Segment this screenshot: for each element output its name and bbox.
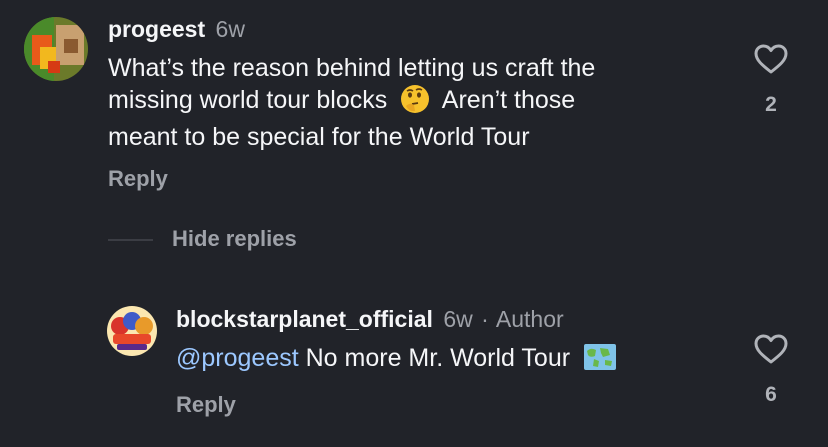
avatar[interactable]: [24, 17, 88, 81]
hide-replies-button[interactable]: Hide replies: [172, 226, 297, 252]
heart-icon[interactable]: [754, 44, 788, 79]
comment-text: What’s the reason behind letting us craf…: [108, 53, 595, 153]
avatar-image: [24, 17, 88, 81]
comment-timestamp: 6w: [215, 16, 245, 42]
comment-text-line: missing world tour blocks Aren’t those: [108, 84, 595, 122]
comment-text-fragment: Aren’t those: [441, 86, 576, 114]
world-map-icon: [583, 343, 617, 379]
avatar-image: [107, 306, 157, 356]
reply-username[interactable]: blockstarplanet_official: [176, 306, 433, 332]
reply-button[interactable]: Reply: [176, 392, 236, 418]
avatar[interactable]: [107, 306, 157, 356]
thread-divider: [108, 239, 153, 241]
meta-separator: ·: [481, 306, 489, 332]
reply-button[interactable]: Reply: [108, 166, 168, 192]
comment-text-line: meant to be special for the World Tour: [108, 123, 530, 151]
like-count: 6: [765, 383, 777, 406]
comment-text-fragment: missing world tour blocks: [108, 86, 388, 114]
comment-username[interactable]: progeest: [108, 16, 205, 42]
heart-icon[interactable]: [754, 334, 788, 369]
like-column: 2: [748, 44, 794, 117]
like-column: 6: [748, 334, 794, 407]
comment-text-line: What’s the reason behind letting us craf…: [108, 54, 596, 82]
reply-timestamp: 6w: [443, 306, 473, 332]
author-badge: Author: [495, 306, 564, 332]
mention-link[interactable]: @progeest: [176, 344, 299, 372]
reply-text: @progeest No more Mr. World Tour: [176, 343, 617, 379]
thinking-face-icon: [400, 84, 430, 122]
reply-text-fragment: No more Mr. World Tour: [305, 344, 571, 372]
like-count: 2: [765, 93, 777, 116]
